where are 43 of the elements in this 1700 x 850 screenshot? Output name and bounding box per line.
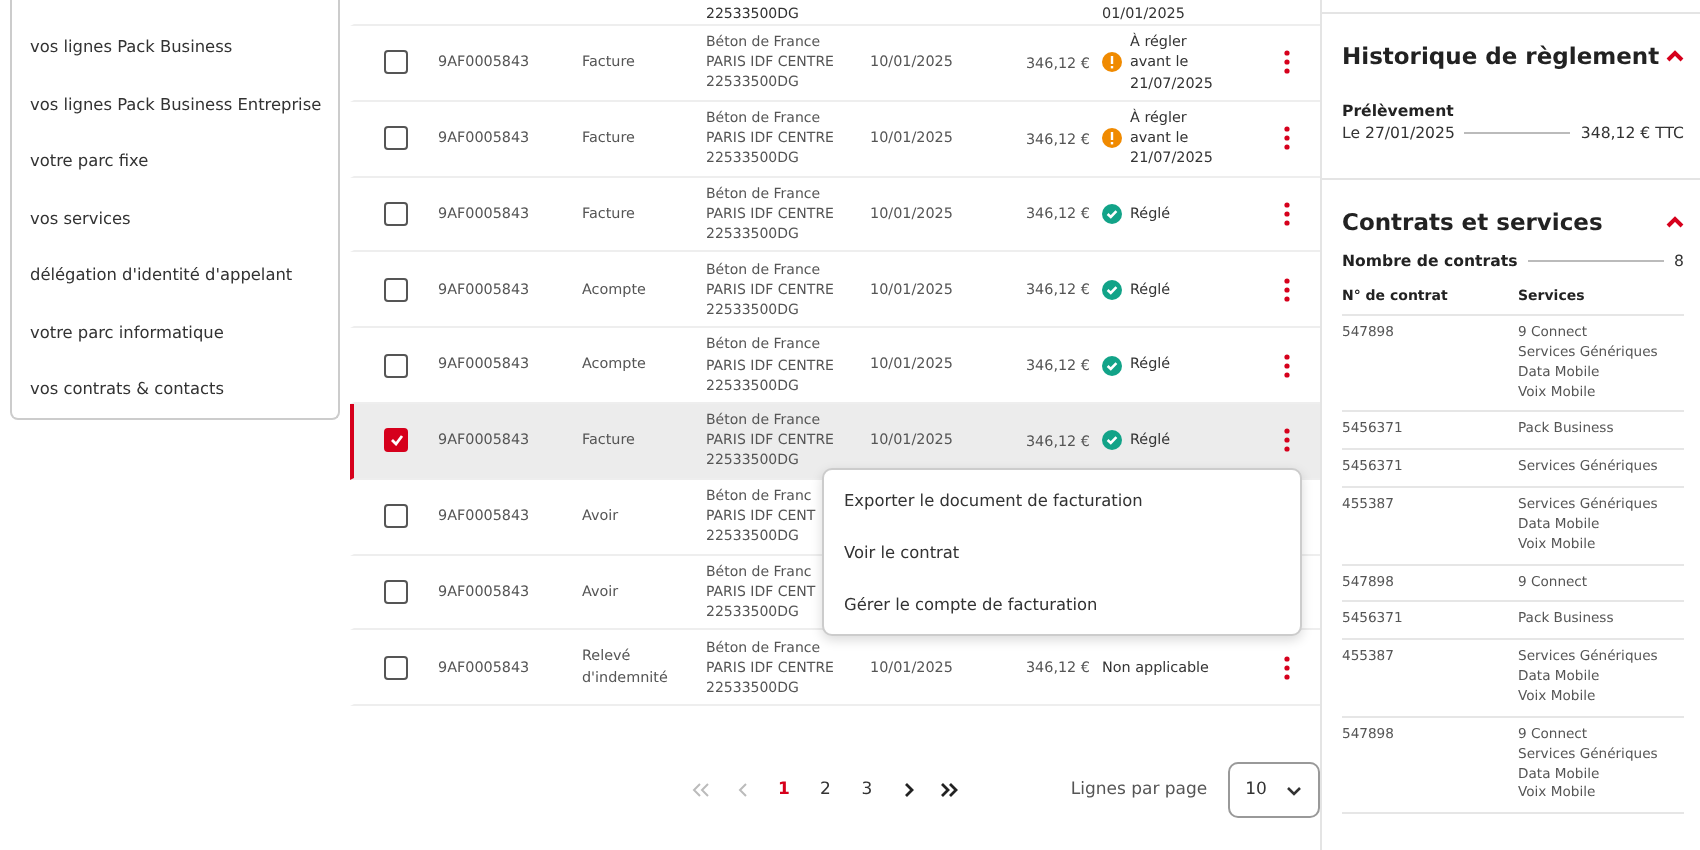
check-icon — [1102, 279, 1122, 300]
menu-item[interactable]: votre parc informatique — [30, 303, 320, 360]
checkbox[interactable] — [384, 428, 408, 453]
checkbox[interactable] — [384, 504, 408, 529]
checkbox[interactable] — [384, 201, 408, 226]
more-options-icon[interactable] — [1280, 349, 1294, 382]
checkbox[interactable] — [384, 126, 408, 151]
menu-item[interactable]: vos services — [30, 189, 320, 246]
check-icon — [1102, 203, 1122, 224]
more-options-icon[interactable] — [1280, 424, 1294, 457]
menu-item[interactable]: délégation d'identité d'appelant — [30, 246, 320, 303]
menu-item[interactable]: vos contrats & contacts — [30, 360, 320, 417]
chevron-down-icon — [1285, 785, 1302, 796]
checkbox[interactable] — [384, 579, 408, 604]
checkbox[interactable] — [384, 50, 408, 75]
rows-per-page-select[interactable]: 10 — [1227, 762, 1320, 819]
page-button[interactable]: 2 — [804, 780, 847, 801]
menu-item[interactable]: vos lignes Pack Business — [30, 18, 320, 75]
rows-per-page-label: Lignes par page — [1070, 780, 1208, 801]
more-options-icon[interactable] — [1280, 122, 1294, 155]
context-menu-item[interactable]: Exporter le document de facturation — [824, 490, 1300, 510]
menu-item[interactable]: votre parc fixe — [30, 132, 320, 189]
page-button[interactable]: 3 — [846, 780, 888, 801]
check-mark-icon — [389, 434, 403, 447]
checkbox[interactable] — [384, 353, 408, 378]
checkbox[interactable] — [384, 277, 408, 302]
check-icon — [1102, 430, 1122, 451]
chevron-up-icon[interactable] — [1666, 50, 1684, 62]
more-options-icon[interactable] — [1280, 46, 1294, 79]
section-title: Historique de règlement — [1342, 42, 1660, 70]
section-title: Contrats et services — [1342, 208, 1603, 236]
warning-icon — [1102, 128, 1122, 149]
warning-icon — [1102, 52, 1122, 73]
page-button[interactable]: 1 — [763, 780, 805, 801]
more-options-icon[interactable] — [1280, 197, 1294, 230]
context-menu-item[interactable]: Voir le contrat — [824, 542, 1300, 562]
checkbox[interactable] — [384, 655, 408, 680]
chevron-up-icon[interactable] — [1666, 216, 1684, 228]
context-menu-item[interactable]: Gérer le compte de facturation — [824, 594, 1300, 614]
more-options-icon[interactable] — [1280, 273, 1294, 306]
check-icon — [1102, 355, 1122, 376]
menu-item[interactable]: vos lignes Pack Business Entreprise — [30, 75, 320, 132]
more-options-icon[interactable] — [1280, 651, 1294, 684]
